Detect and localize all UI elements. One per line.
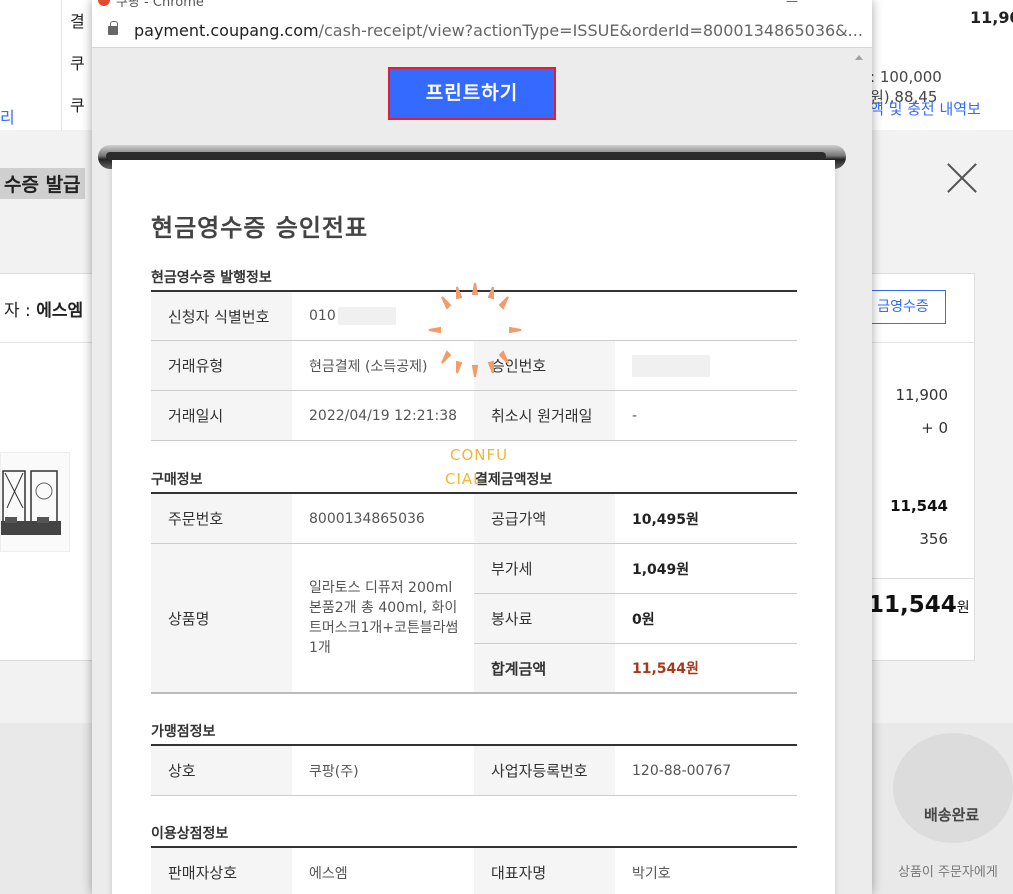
background-amount: 356 xyxy=(919,530,948,548)
masked-value xyxy=(632,354,710,377)
merchant-name-value: 쿠팡(주) xyxy=(309,763,359,780)
service-fee-value: 0원 xyxy=(632,611,655,628)
order-no-value: 8000134865036 xyxy=(309,510,425,527)
background-amount: + 0 xyxy=(921,419,948,437)
url-text[interactable]: payment.coupang.com/cash-receipt/view?ac… xyxy=(134,21,864,40)
service-fee-label: 봉사료 xyxy=(474,594,615,643)
delivery-note: 상품이 주문자에게 xyxy=(898,865,998,880)
purchase-section-title: 구매정보 xyxy=(151,472,203,488)
receipt-popup-window: 쿠팡 - Chrome — payment.coupang.com/cash-r… xyxy=(92,0,872,894)
receipt-paper: 현금영수증 승인전표 현금영수증 발행정보 신청자 식별번호 010 거래유형 … xyxy=(112,160,835,894)
business-no-value: 120-88-00767 xyxy=(632,762,732,779)
popup-title: 쿠팡 - Chrome xyxy=(116,0,204,10)
stamp-text-line1: CONFU xyxy=(450,446,509,464)
ceo-value: 박기호 xyxy=(632,865,671,882)
address-bar[interactable]: payment.coupang.com/cash-receipt/view?ac… xyxy=(92,12,872,48)
background-history-link[interactable]: 액 및 충전 내역보 xyxy=(870,98,981,119)
merchant-name-label: 상호 xyxy=(151,746,292,795)
product-thumbnail xyxy=(0,452,70,552)
background-seller: 자 : 에스엠 xyxy=(4,296,83,321)
ceo-label: 대표자명 xyxy=(474,848,615,894)
trade-datetime-value: 2022/04/19 12:21:38 xyxy=(309,407,458,424)
url-host: payment.coupang.com xyxy=(134,21,319,40)
seller-name: 에스엠 xyxy=(36,301,84,321)
payment-section-title: 결제금액정보 xyxy=(475,472,553,488)
issue-section-title: 현금영수증 발행정보 xyxy=(151,270,272,286)
receipt-title: 현금영수증 승인전표 xyxy=(151,214,369,242)
trade-datetime-label: 거래일시 xyxy=(151,391,292,440)
trade-type-label: 거래유형 xyxy=(151,341,292,390)
cancel-orig-date-value: - xyxy=(632,407,638,424)
cancel-orig-date-label: 취소시 원거래일 xyxy=(474,391,615,440)
background-amount: 11,900 xyxy=(895,386,949,404)
seller-name-label: 판매자상호 xyxy=(151,848,292,894)
delivery-status: 배송완료 xyxy=(924,806,980,824)
total-label: 합계금액 xyxy=(474,644,615,692)
divider xyxy=(151,795,797,796)
business-no-label: 사업자등록번호 xyxy=(474,746,615,795)
divider xyxy=(151,692,797,694)
minimize-icon[interactable]: — xyxy=(786,0,798,8)
background-row-label: 쿠 xyxy=(70,54,85,73)
seller-name-value: 에스엠 xyxy=(309,865,348,882)
popup-title-bar: 쿠팡 - Chrome — xyxy=(92,0,872,12)
stamp-text-line2: CIAL xyxy=(445,470,483,488)
background-link[interactable]: 리 xyxy=(0,104,15,128)
vat-label: 부가세 xyxy=(474,544,615,593)
product-label: 상품명 xyxy=(151,544,292,692)
applicant-id-value: 010 xyxy=(292,292,797,340)
background-modal-title: 수증 발급 xyxy=(0,168,85,199)
total-amount-value: 11,544 xyxy=(868,592,957,618)
applicant-id-label: 신청자 식별번호 xyxy=(151,292,292,340)
url-path: /cash-receipt/view?actionType=ISSUE&orde… xyxy=(318,21,863,40)
delivery-box-icon xyxy=(893,733,1013,843)
background-total: 11,90 xyxy=(970,8,1013,27)
divider xyxy=(151,440,797,441)
background-row-label: 쿠 xyxy=(70,96,85,115)
seller-prefix: 자 : xyxy=(4,301,37,321)
cash-receipt-button[interactable]: 금영수증 xyxy=(860,290,946,324)
supply-price-label: 공급가액 xyxy=(474,494,615,543)
background-total-amount: 11,544원 xyxy=(868,592,970,618)
merchant-section-title: 가맹점정보 xyxy=(151,724,216,740)
order-no-label: 주문번호 xyxy=(151,494,292,543)
vat-value: 1,049원 xyxy=(632,561,690,578)
applicant-id-text: 010 xyxy=(309,308,336,324)
print-button[interactable]: 프린트하기 xyxy=(388,67,556,120)
seller-section-title: 이용상점정보 xyxy=(151,826,229,842)
background-amount: 11,544 xyxy=(890,497,948,515)
approval-no-value xyxy=(615,341,797,390)
total-value: 11,544원 xyxy=(632,661,699,677)
background-row-label: 결 xyxy=(70,12,85,31)
printer-slot xyxy=(106,152,826,160)
close-icon[interactable] xyxy=(944,160,980,196)
masked-value xyxy=(337,307,396,325)
lock-icon xyxy=(108,21,118,35)
chrome-icon xyxy=(98,0,110,6)
confidential-stamp: CONFU CIAL xyxy=(415,280,522,488)
total-amount-unit: 원 xyxy=(956,600,970,616)
scroll-up-arrow-icon[interactable] xyxy=(855,55,863,60)
supply-price-value: 10,495원 xyxy=(632,511,699,528)
product-value: 일라토스 디퓨저 200ml 본품2개 총 400ml, 화이트머스크1개+코튼… xyxy=(309,580,459,656)
